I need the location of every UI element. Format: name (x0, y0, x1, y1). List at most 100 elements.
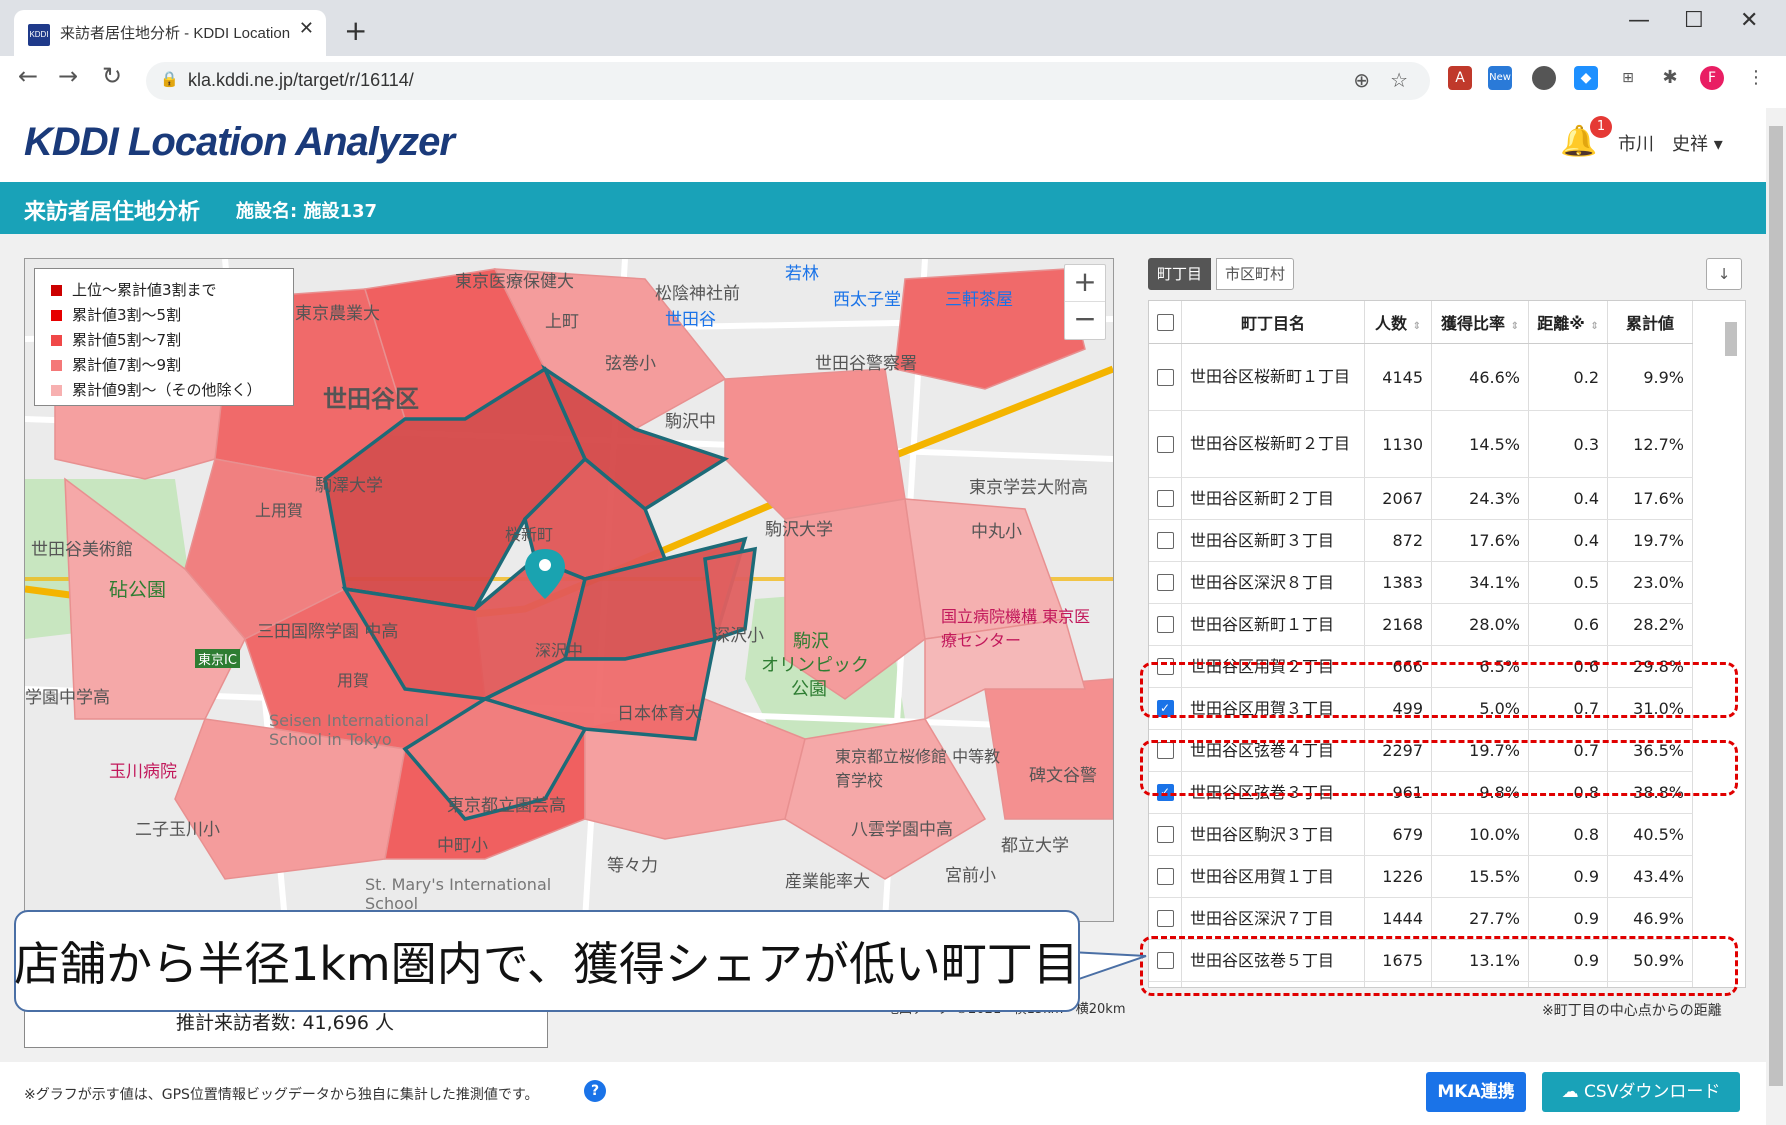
map-label: 松陰神社前 (655, 284, 740, 304)
table-scroll-thumb[interactable] (1725, 322, 1737, 356)
row-select[interactable] (1149, 561, 1182, 604)
table-row[interactable]: 世田谷区桜新町２丁目 1130 14.5% 0.3 12.7% (1149, 410, 1693, 478)
tab-municipality[interactable]: 市区町村 (1216, 258, 1295, 290)
legend-swatch (51, 335, 62, 346)
row-select[interactable] (1149, 897, 1182, 940)
cell-distance: 0.5 (1528, 561, 1608, 604)
column-header[interactable]: 距離※ ⇕ (1528, 301, 1608, 344)
mka-button[interactable]: MKA連携 (1426, 1072, 1526, 1112)
map-label: 玉川病院 (109, 762, 177, 782)
zoom-icon[interactable]: ⊕ (1353, 68, 1370, 92)
map-label: 日本体育大 (617, 704, 702, 724)
highlight-box (1140, 936, 1738, 996)
legend-item: 上位～累計値3割まで (51, 279, 217, 300)
column-header[interactable]: 累計値 (1607, 301, 1693, 344)
map-label: 二子玉川小 (135, 820, 220, 840)
grid-extension-icon[interactable]: ⊞ (1616, 66, 1640, 90)
row-select[interactable] (1149, 343, 1182, 411)
forward-icon[interactable]: → (58, 62, 78, 90)
download-icon[interactable]: ↓ (1706, 258, 1742, 290)
back-icon[interactable]: ← (18, 62, 38, 90)
cell-cumulative: 43.4% (1607, 855, 1693, 898)
table-row[interactable]: 世田谷区桜新町１丁目 4145 46.6% 0.2 9.9% (1149, 343, 1693, 411)
map-legend: 上位～累計値3割まで 累計値3割～5割 累計値5割～7割 累計値7割～9割 累計… (34, 268, 294, 406)
sort-icon: ⇕ (1510, 321, 1519, 332)
sort-icon: ⇕ (1412, 321, 1421, 332)
checkbox[interactable] (1156, 910, 1174, 927)
new-tab-icon[interactable]: + (344, 14, 367, 47)
url-text: kla.kddi.ne.jp/target/r/16114/ (188, 70, 414, 90)
checkbox[interactable] (1156, 435, 1174, 453)
close-tab-icon[interactable]: ✕ (299, 18, 314, 39)
checkbox[interactable] (1156, 490, 1174, 507)
map-label-ward: 世田谷区 (323, 385, 419, 413)
table-row[interactable]: 世田谷区新町３丁目 872 17.6% 0.4 19.7% (1149, 519, 1693, 562)
row-select[interactable] (1149, 519, 1182, 562)
profile-avatar[interactable]: F (1700, 66, 1724, 90)
table-row[interactable]: 世田谷区新町１丁目 2168 28.0% 0.6 28.2% (1149, 603, 1693, 646)
page-scroll-thumb[interactable] (1769, 126, 1783, 1086)
column-header[interactable]: 人数 ⇕ (1364, 301, 1432, 344)
pdf-extension-icon[interactable]: A (1448, 66, 1472, 90)
map-label: 学園中学高 (25, 688, 110, 708)
table-row[interactable]: 世田谷区駒沢３丁目 679 10.0% 0.8 40.5% (1149, 813, 1693, 856)
map-label: 東京都立桜修館 中等教育学校 (835, 747, 1001, 790)
zoom-out-button[interactable]: − (1065, 301, 1105, 335)
table-row[interactable]: 世田谷区深沢７丁目 1444 27.7% 0.9 46.9% (1149, 897, 1693, 940)
map-label: 宮前小 (945, 866, 996, 886)
help-icon[interactable]: ? (584, 1080, 606, 1102)
row-select[interactable] (1149, 813, 1182, 856)
row-select[interactable] (1149, 603, 1182, 646)
checkbox[interactable] (1156, 574, 1174, 591)
cell-count: 872 (1364, 519, 1432, 562)
checkbox[interactable] (1156, 368, 1174, 386)
cell-area-name: 世田谷区深沢７丁目 (1181, 897, 1365, 940)
map-label: 世田谷 (665, 310, 716, 330)
legend-item: 累計値3割～5割 (51, 304, 181, 325)
maximize-icon[interactable]: ☐ (1684, 8, 1704, 33)
map-label: 公園 (791, 679, 827, 700)
cell-cumulative: 46.9% (1607, 897, 1693, 940)
app-logo[interactable]: KDDI Location Analyzer (24, 120, 455, 165)
checkbox[interactable] (1156, 826, 1174, 843)
puzzle-extension-icon[interactable]: ✱ (1658, 66, 1682, 90)
bookmark-star-icon[interactable]: ☆ (1390, 68, 1408, 92)
menu-dots-icon[interactable]: ⋮ (1744, 66, 1768, 90)
address-bar[interactable]: 🔒 kla.kddi.ne.jp/target/r/16114/ ⊕ ☆ (146, 62, 1430, 100)
diamond-extension-icon[interactable]: ◆ (1574, 66, 1598, 90)
checkbox[interactable] (1156, 868, 1174, 885)
checkbox[interactable] (1156, 532, 1174, 549)
map-label: 八雲学園中高 (851, 820, 953, 840)
checkbox[interactable] (1156, 616, 1174, 633)
new-extension-icon[interactable]: New (1488, 66, 1512, 90)
map-label: 桜新町 (505, 525, 554, 544)
row-select[interactable] (1149, 855, 1182, 898)
close-window-icon[interactable]: ✕ (1740, 8, 1758, 33)
map-label: 砧公園 (109, 579, 167, 601)
map-label: 東京IC (195, 649, 240, 668)
column-header[interactable]: 獲得比率 ⇕ (1431, 301, 1529, 344)
csv-download-button[interactable]: ☁ CSVダウンロード (1542, 1072, 1740, 1112)
table-row[interactable]: 世田谷区用賀１丁目 1226 15.5% 0.9 43.4% (1149, 855, 1693, 898)
reload-icon[interactable]: ↻ (102, 62, 122, 90)
table-scrollbar[interactable] (1722, 302, 1740, 984)
checkbox[interactable] (1156, 313, 1174, 331)
cell-ratio: 28.0% (1431, 603, 1529, 646)
lock-icon: 🔒 (160, 70, 179, 88)
callout-pointer (1070, 950, 1147, 984)
circle-extension-icon[interactable] (1532, 66, 1556, 90)
cell-distance: 0.9 (1528, 855, 1608, 898)
minimize-icon[interactable]: — (1628, 8, 1650, 33)
map-label: 等々力 (607, 856, 658, 876)
zoom-in-button[interactable]: + (1065, 265, 1105, 298)
column-header[interactable]: 町丁目名 (1181, 301, 1365, 344)
user-menu[interactable]: 市川 史祥 ▾ (1618, 130, 1723, 156)
tab-chome[interactable]: 町丁目 (1148, 258, 1212, 290)
header-select-all[interactable] (1149, 301, 1182, 344)
table-row[interactable]: 世田谷区新町２丁目 2067 24.3% 0.4 17.6% (1149, 477, 1693, 520)
table-row[interactable]: 世田谷区深沢８丁目 1383 34.1% 0.5 23.0% (1149, 561, 1693, 604)
row-select[interactable] (1149, 410, 1182, 478)
map-label: 中丸小 (971, 522, 1022, 542)
tab-title: 来訪者居住地分析 - KDDI Location (60, 25, 291, 42)
row-select[interactable] (1149, 477, 1182, 520)
